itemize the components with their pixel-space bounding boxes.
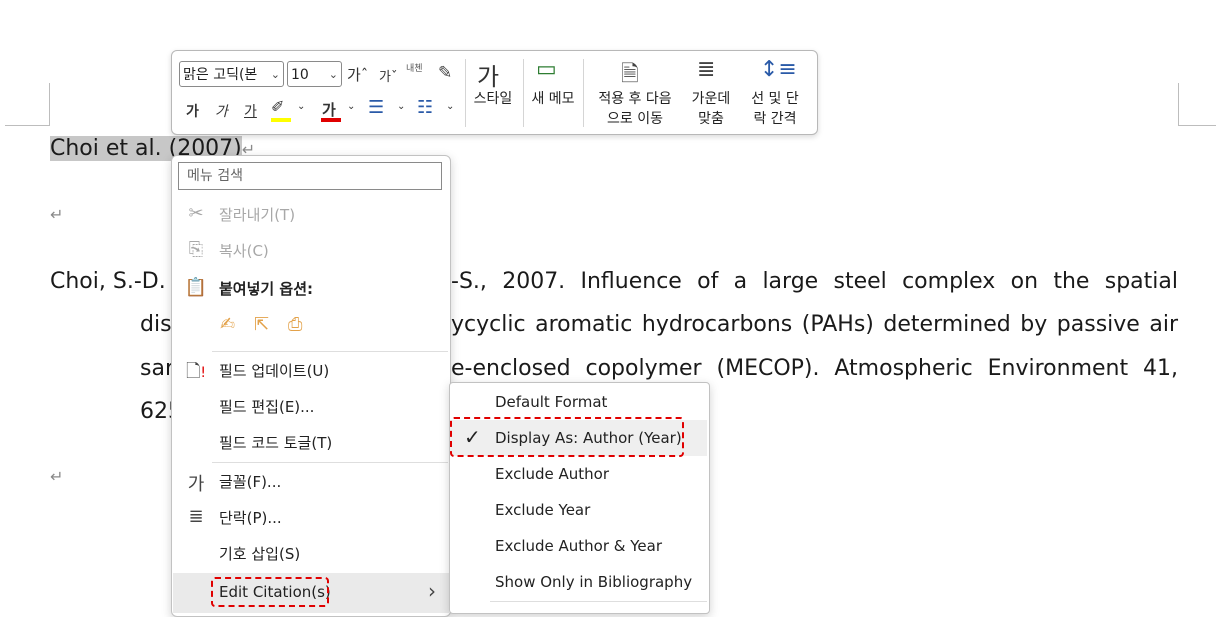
highlight-box-edit-citations bbox=[211, 577, 329, 607]
align-center-label-1[interactable]: 가운데 bbox=[683, 89, 739, 109]
paste-merge-format-icon[interactable]: ⇱ bbox=[254, 314, 288, 335]
menu-item-paragraph[interactable]: ≣ 단락(P)... bbox=[172, 500, 448, 534]
chevron-down-icon: ⌄ bbox=[270, 68, 280, 81]
paste-icon: 📋 bbox=[184, 277, 208, 298]
page-corner-mark bbox=[1178, 83, 1179, 125]
menu-divider bbox=[212, 351, 448, 352]
new-memo-button[interactable]: 새 메모 bbox=[524, 89, 582, 109]
reference-line-2-right: ycyclic aromatic hydrocarbons (PAHs) det… bbox=[451, 312, 1178, 337]
line-spacing-label-2[interactable]: 락 간격 bbox=[742, 109, 808, 129]
bold-button[interactable]: 가 bbox=[186, 101, 199, 121]
submenu-item-exclude-author[interactable]: Exclude Author bbox=[450, 456, 707, 492]
apply-next-label-2[interactable]: 으로 이동 bbox=[587, 109, 683, 129]
paste-options-row: ✍ ⇱ ⎙ bbox=[220, 314, 322, 342]
font-name-value: 맑은 고딕(본 bbox=[183, 67, 258, 83]
new-memo-icon[interactable]: ▭ bbox=[536, 57, 557, 82]
paragraph-mark: ↵ bbox=[50, 205, 64, 224]
citation-author: Choi et al. bbox=[50, 136, 169, 161]
menu-divider bbox=[490, 601, 707, 602]
reference-line-3-right: e-enclosed copolymer (MECOP). Atmospheri… bbox=[451, 356, 1178, 381]
style-button[interactable]: 스타일 bbox=[464, 89, 522, 109]
submenu-item-exclude-year[interactable]: Exclude Year bbox=[450, 492, 707, 528]
menu-item-toggle-field-code[interactable]: 필드 코드 토글(T) bbox=[172, 425, 448, 459]
submenu-item-exclude-author-year[interactable]: Exclude Author & Year bbox=[450, 528, 707, 564]
chevron-down-icon[interactable]: ⌄ bbox=[446, 101, 454, 112]
font-color-swatch bbox=[321, 118, 341, 122]
menu-item-paste-options: 📋 붙여넣기 옵션: bbox=[184, 277, 314, 298]
font-size-value: 10 bbox=[291, 67, 309, 83]
style-icon[interactable]: 가 bbox=[477, 57, 499, 92]
reference-line-2-left: dis bbox=[140, 312, 172, 337]
shrink-font-button[interactable]: 가ˇ bbox=[379, 66, 397, 85]
menu-item-font[interactable]: 가 글꼴(F)... bbox=[172, 464, 448, 498]
align-center-icon[interactable]: ≣ bbox=[697, 57, 715, 82]
menu-divider bbox=[212, 462, 448, 463]
chevron-down-icon[interactable]: ⌄ bbox=[297, 101, 305, 112]
chevron-down-icon[interactable]: ⌄ bbox=[397, 101, 405, 112]
update-field-icon: 🗋! bbox=[185, 361, 207, 382]
line-spacing-label-1[interactable]: 선 및 단 bbox=[742, 89, 808, 109]
context-menu: 메뉴 검색 ✂ 잘라내기(T) ⎘ 복사(C) 📋 붙여넣기 옵션: ✍ ⇱ ⎙ 🗋… bbox=[171, 155, 451, 617]
chevron-down-icon: ⌄ bbox=[328, 68, 338, 81]
line-spacing-icon[interactable]: ↕≡ bbox=[760, 57, 797, 82]
font-size-select[interactable]: 10 ⌄ bbox=[287, 61, 342, 87]
menu-item-update-field[interactable]: 🗋! 필드 업데이트(U) bbox=[172, 353, 448, 387]
copy-icon: ⎘ bbox=[188, 239, 204, 260]
chevron-right-icon: › bbox=[428, 579, 436, 603]
font-color-button[interactable]: 가 bbox=[322, 99, 336, 120]
clear-format-button[interactable]: 내첸 bbox=[406, 61, 423, 74]
mini-toolbar: 맑은 고딕(본 ⌄ 10 ⌄ 가ˆ 가ˇ 내첸 ✎ 가 가 가 ✐ ⌄ 가 ⌄ … bbox=[171, 50, 818, 135]
menu-item-cut[interactable]: ✂ 잘라내기(T) bbox=[172, 197, 448, 231]
paste-keep-format-icon[interactable]: ✍ bbox=[220, 314, 254, 335]
paragraph-mark: ↵ bbox=[50, 467, 64, 486]
align-center-label-2[interactable]: 맞춤 bbox=[683, 109, 739, 129]
menu-search-input[interactable]: 메뉴 검색 bbox=[178, 162, 442, 190]
toolbar-divider bbox=[583, 59, 584, 127]
paste-text-only-icon[interactable]: ⎙ bbox=[288, 314, 322, 335]
italic-button[interactable]: 가 bbox=[215, 101, 228, 121]
underline-button[interactable]: 가 bbox=[244, 101, 257, 121]
highlight-color-swatch bbox=[271, 118, 291, 122]
grow-font-button[interactable]: 가ˆ bbox=[347, 64, 368, 85]
paragraph-icon: ≣ bbox=[188, 506, 204, 527]
menu-item-insert-symbol[interactable]: 기호 삽입(S) bbox=[172, 536, 448, 570]
font-name-select[interactable]: 맑은 고딕(본 ⌄ bbox=[179, 61, 284, 87]
font-icon: 가 bbox=[187, 474, 205, 495]
chevron-down-icon[interactable]: ⌄ bbox=[347, 101, 355, 112]
reference-line-3-left: sar bbox=[140, 356, 174, 381]
format-painter-icon[interactable]: ✎ bbox=[438, 63, 452, 83]
scissors-icon: ✂ bbox=[188, 203, 204, 224]
menu-item-edit-field[interactable]: 필드 편집(E)... bbox=[172, 389, 448, 423]
submenu-item-default-format[interactable]: Default Format bbox=[450, 384, 707, 420]
menu-item-copy[interactable]: ⎘ 복사(C) bbox=[172, 233, 448, 267]
reference-line-1-left: Choi, S.-D. bbox=[50, 269, 166, 294]
reference-line-1-right: -S., 2007. Influence of a large steel co… bbox=[451, 269, 1178, 294]
bullet-list-icon[interactable]: ☰ bbox=[368, 97, 384, 118]
submenu-item-bibliography-only[interactable]: Show Only in Bibliography bbox=[450, 564, 707, 600]
highlight-icon[interactable]: ✐ bbox=[271, 97, 284, 116]
page-corner-mark bbox=[5, 125, 50, 126]
page-corner-mark bbox=[49, 83, 50, 125]
apply-next-label-1[interactable]: 적용 후 다음 bbox=[587, 89, 683, 109]
highlight-box-display-as bbox=[450, 417, 684, 457]
numbered-list-icon[interactable]: ☷ bbox=[417, 97, 433, 118]
page-corner-mark bbox=[1178, 125, 1216, 126]
